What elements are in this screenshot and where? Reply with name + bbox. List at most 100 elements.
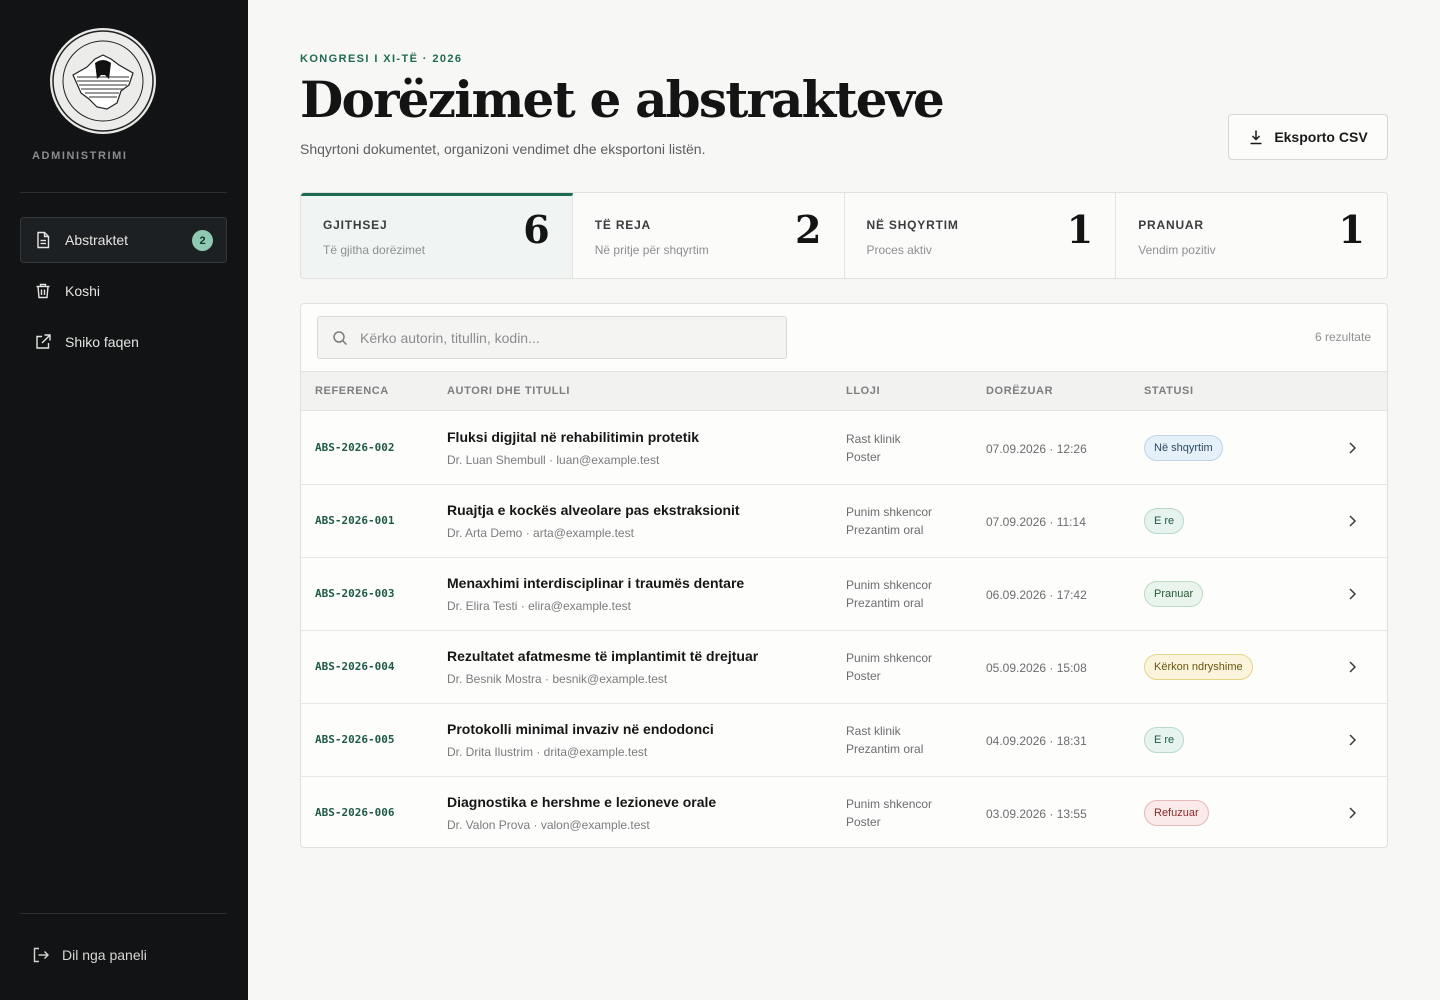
status-badge: Kërkon ndryshime (1144, 654, 1253, 680)
results-count: 6 rezultate (1314, 330, 1371, 344)
table-row[interactable]: ABS-2026-002 Fluksi digjital në rehabilit… (301, 412, 1387, 485)
column-header-reference: REFERENCA (315, 385, 389, 397)
author-info: Dr. Luan Shembull · luan@example.test (447, 453, 660, 467)
author-info: Dr. Besnik Mostra · besnik@example.test (447, 672, 668, 686)
table-row[interactable]: ABS-2026-005 Protokolli minimal invaziv n… (301, 704, 1387, 777)
stats-bar: GJITHSEJ Të gjitha dorëzimet 6 TË REJA N… (300, 192, 1388, 279)
sidebar-item-label: Koshi (65, 283, 101, 299)
submitted-date: 05.09.2026 · 15:08 (986, 661, 1087, 675)
sidebar-item-abstraktet[interactable]: Abstraktet 2 (20, 217, 227, 263)
page-subtitle: Shqyrtoni dokumentet, organizoni vendime… (300, 141, 706, 157)
reference-code: ABS-2026-001 (315, 514, 395, 527)
sidebar-section-label: ADMINISTRIMI (32, 150, 128, 162)
table-row[interactable]: ABS-2026-001 Ruajtja e kockës alveolare p… (301, 485, 1387, 558)
sidebar-divider (20, 192, 227, 193)
author-info: Dr. Arta Demo · arta@example.test (447, 526, 634, 540)
stat-value: 1 (1066, 207, 1094, 252)
submission-category: Punim shkencor (846, 578, 933, 592)
column-header-author-title: AUTORI DHE TITULLI (447, 385, 571, 397)
export-csv-button[interactable]: Eksporto CSV (1228, 114, 1388, 160)
abstract-title: Protokolli minimal invaziv në endodonci (447, 721, 714, 737)
author-info: Dr. Valon Prova · valon@example.test (447, 818, 650, 832)
submitted-date: 03.09.2026 · 13:55 (986, 807, 1087, 821)
chevron-right-icon[interactable] (1345, 805, 1359, 821)
presentation-format: Prezantim oral (846, 596, 924, 610)
status-badge: Refuzuar (1144, 800, 1209, 826)
presentation-format: Poster (846, 450, 881, 464)
stat-label: NË SHQYRTIM (866, 218, 959, 232)
submission-category: Rast klinik (846, 432, 901, 446)
search-input[interactable] (360, 329, 760, 346)
table-header: REFERENCA AUTORI DHE TITULLI LLOJI DORËZ… (301, 371, 1387, 411)
page-eyebrow: KONGRESI I XI-TË · 2026 (300, 53, 463, 65)
abstract-title: Fluksi digjital në rehabilitimin proteti… (447, 429, 700, 445)
reference-code: ABS-2026-006 (315, 806, 395, 819)
page-title: Dorëzimet e abstrakteve (300, 70, 945, 129)
status-badge: Pranuar (1144, 581, 1204, 607)
search-icon (332, 330, 348, 346)
reference-code: ABS-2026-004 (315, 660, 395, 673)
abstract-title: Ruajtja e kockës alveolare pas ekstraksi… (447, 502, 740, 518)
stat-label: GJITHSEJ (323, 218, 388, 232)
submitted-date: 06.09.2026 · 17:42 (986, 588, 1087, 602)
association-logo (50, 28, 156, 134)
sidebar-item-shiko-faqen[interactable]: Shiko faqen (20, 319, 227, 365)
submission-category: Punim shkencor (846, 651, 933, 665)
status-badge: E re (1144, 508, 1185, 534)
presentation-format: Prezantim oral (846, 742, 924, 756)
stat-new[interactable]: TË REJA Në pritje për shqyrtim 2 (573, 193, 845, 278)
logout-label: Dil nga paneli (62, 947, 147, 963)
table-row[interactable]: ABS-2026-006 Diagnostika e hershme e lezi… (301, 777, 1387, 847)
logout-link[interactable]: Dil nga paneli (32, 946, 147, 964)
external-link-icon (34, 333, 52, 351)
chevron-right-icon[interactable] (1345, 440, 1359, 456)
stat-accepted[interactable]: PRANUAR Vendim pozitiv 1 (1116, 193, 1387, 278)
count-badge: 2 (192, 230, 213, 251)
reference-code: ABS-2026-003 (315, 587, 395, 600)
submitted-date: 04.09.2026 · 18:31 (986, 734, 1087, 748)
export-csv-label: Eksporto CSV (1274, 129, 1368, 145)
chevron-right-icon[interactable] (1345, 732, 1359, 748)
presentation-format: Poster (846, 669, 881, 683)
submissions-card: 6 rezultate REFERENCA AUTORI DHE TITULLI… (300, 303, 1388, 848)
stat-sub: Të gjitha dorëzimet (323, 243, 426, 257)
column-header-type: LLOJI (846, 385, 881, 397)
trash-icon (34, 282, 52, 300)
stat-total[interactable]: GJITHSEJ Të gjitha dorëzimet 6 (301, 193, 573, 278)
table-row[interactable]: ABS-2026-003 Menaxhimi interdisciplinar i… (301, 558, 1387, 631)
stat-in-review[interactable]: NË SHQYRTIM Proces aktiv 1 (845, 193, 1117, 278)
status-badge: E re (1144, 727, 1185, 753)
download-icon (1248, 129, 1264, 145)
search-box[interactable] (317, 316, 787, 359)
author-info: Dr. Elira Testi · elira@example.test (447, 599, 632, 613)
submission-category: Rast klinik (846, 724, 901, 738)
table-row[interactable]: ABS-2026-004 Rezultatet afatmesme të impl… (301, 631, 1387, 704)
presentation-format: Prezantim oral (846, 523, 924, 537)
document-icon (34, 231, 52, 249)
chevron-right-icon[interactable] (1345, 586, 1359, 602)
sidebar-item-koshi[interactable]: Koshi (20, 268, 227, 314)
submitted-date: 07.09.2026 · 11:14 (986, 515, 1086, 529)
stat-value: 6 (523, 207, 550, 252)
column-header-submitted: DORËZUAR (986, 385, 1054, 397)
stat-sub: Në pritje për shqyrtim (594, 243, 709, 257)
presentation-format: Poster (846, 815, 881, 829)
chevron-right-icon[interactable] (1345, 659, 1359, 675)
abstract-title: Menaxhimi interdisciplinar i traumës den… (447, 575, 745, 591)
submission-category: Punim shkencor (846, 797, 933, 811)
stat-label: PRANUAR (1138, 218, 1204, 232)
reference-code: ABS-2026-005 (315, 733, 395, 746)
logout-icon (32, 946, 50, 964)
stat-sub: Vendim pozitiv (1138, 243, 1216, 257)
status-badge: Në shqyrtim (1144, 435, 1223, 461)
stat-value: 2 (795, 207, 822, 252)
chevron-right-icon[interactable] (1345, 513, 1359, 529)
abstract-title: Diagnostika e hershme e lezioneve orale (447, 794, 717, 810)
submission-category: Punim shkencor (846, 505, 933, 519)
submitted-date: 07.09.2026 · 12:26 (986, 442, 1087, 456)
sidebar-item-label: Abstraktet (65, 232, 129, 248)
sidebar-item-label: Shiko faqen (65, 334, 139, 350)
sidebar-nav: Abstraktet 2 Koshi Shiko faqen (20, 217, 227, 370)
reference-code: ABS-2026-002 (315, 441, 395, 454)
author-info: Dr. Drita Ilustrim · drita@example.test (447, 745, 648, 759)
